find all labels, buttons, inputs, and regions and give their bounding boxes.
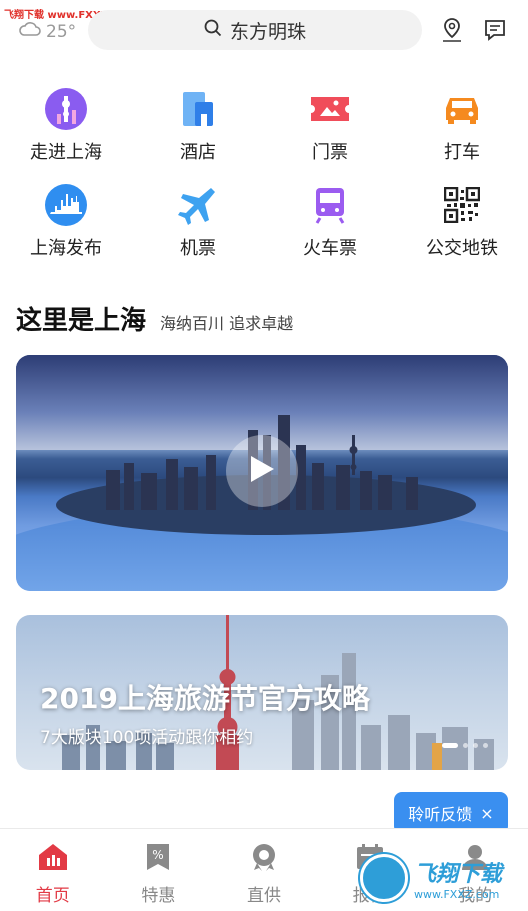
carousel-dot[interactable] bbox=[463, 743, 468, 748]
grid-item-taxi[interactable]: 打车 bbox=[396, 88, 528, 184]
quick-entry-grid: 走进上海 酒店 门票 打车 上海发布 机票 火车票 公交地铁 bbox=[0, 88, 528, 280]
tab-label: 特惠 bbox=[141, 886, 176, 906]
ticket-icon bbox=[309, 88, 351, 130]
discount-icon: % bbox=[145, 843, 171, 875]
video-card[interactable] bbox=[16, 355, 508, 591]
grid-label: 打车 bbox=[444, 142, 480, 163]
watermark-main: 飞翔下载 bbox=[414, 861, 503, 887]
banner-subtitle: 7大版块100项活动跟你相约 bbox=[40, 728, 254, 748]
weather-temp: 25° bbox=[46, 21, 77, 42]
grid-label: 机票 bbox=[180, 238, 216, 259]
carousel-dot-active[interactable] bbox=[442, 743, 458, 748]
feedback-label: 聆听反馈 bbox=[408, 805, 473, 824]
carousel-indicator bbox=[442, 743, 488, 748]
grid-label: 门票 bbox=[312, 142, 348, 163]
section-title: 这里是上海 bbox=[16, 306, 147, 336]
badge-icon bbox=[250, 843, 278, 875]
svg-text:%: % bbox=[153, 848, 164, 862]
tab-discount[interactable]: % 特惠 bbox=[106, 829, 212, 911]
tab-label: 直供 bbox=[246, 886, 281, 906]
message-icon[interactable] bbox=[481, 16, 509, 44]
grid-label: 酒店 bbox=[180, 142, 216, 163]
play-icon bbox=[249, 455, 275, 487]
watermark-circle-icon bbox=[360, 854, 408, 902]
search-bar[interactable]: 东方明珠 bbox=[88, 10, 422, 50]
grid-label: 走进上海 bbox=[30, 142, 102, 163]
feedback-close-icon[interactable]: × bbox=[480, 804, 493, 823]
tab-direct[interactable]: 直供 bbox=[211, 829, 317, 911]
section-header: 这里是上海 海纳百川 追求卓越 bbox=[16, 300, 293, 337]
grid-label: 公交地铁 bbox=[426, 238, 498, 259]
search-text: 东方明珠 bbox=[229, 20, 306, 43]
home-icon bbox=[38, 843, 68, 875]
tower-icon bbox=[45, 88, 87, 130]
banner-carousel[interactable]: 2019上海旅游节官方攻略 7大版块100项活动跟你相约 bbox=[16, 615, 508, 770]
grid-item-train[interactable]: 火车票 bbox=[264, 184, 396, 280]
location-icon[interactable] bbox=[438, 16, 466, 44]
grid-item-flight[interactable]: 机票 bbox=[132, 184, 264, 280]
watermark-logo: 飞翔下载 www.FXXZ.com bbox=[360, 848, 528, 908]
grid-item-hotel[interactable]: 酒店 bbox=[132, 88, 264, 184]
play-button[interactable] bbox=[226, 435, 298, 507]
train-icon bbox=[309, 184, 351, 226]
search-icon bbox=[204, 19, 222, 42]
carousel-dot[interactable] bbox=[473, 743, 478, 748]
grid-item-transit[interactable]: 公交地铁 bbox=[396, 184, 528, 280]
cloudy-icon bbox=[18, 20, 42, 43]
skyline-icon bbox=[45, 184, 87, 226]
watermark-url: www.FXXZ.com bbox=[414, 887, 500, 901]
tab-home[interactable]: 首页 bbox=[0, 829, 106, 911]
grid-label: 上海发布 bbox=[30, 238, 102, 259]
building-icon bbox=[177, 88, 219, 130]
top-bar: 25° 东方明珠 bbox=[0, 0, 528, 60]
section-subtitle: 海纳百川 追求卓越 bbox=[160, 314, 294, 333]
grid-label: 火车票 bbox=[303, 238, 357, 259]
qr-code-icon bbox=[441, 184, 483, 226]
car-icon bbox=[441, 88, 483, 130]
grid-item-ticket[interactable]: 门票 bbox=[264, 88, 396, 184]
grid-item-news[interactable]: 上海发布 bbox=[0, 184, 132, 280]
banner-title: 2019上海旅游节官方攻略 bbox=[40, 682, 370, 715]
plane-icon bbox=[177, 184, 219, 226]
grid-item-explore[interactable]: 走进上海 bbox=[0, 88, 132, 184]
tab-label: 首页 bbox=[35, 886, 70, 906]
weather-widget[interactable]: 25° bbox=[18, 20, 76, 43]
carousel-dot[interactable] bbox=[483, 743, 488, 748]
